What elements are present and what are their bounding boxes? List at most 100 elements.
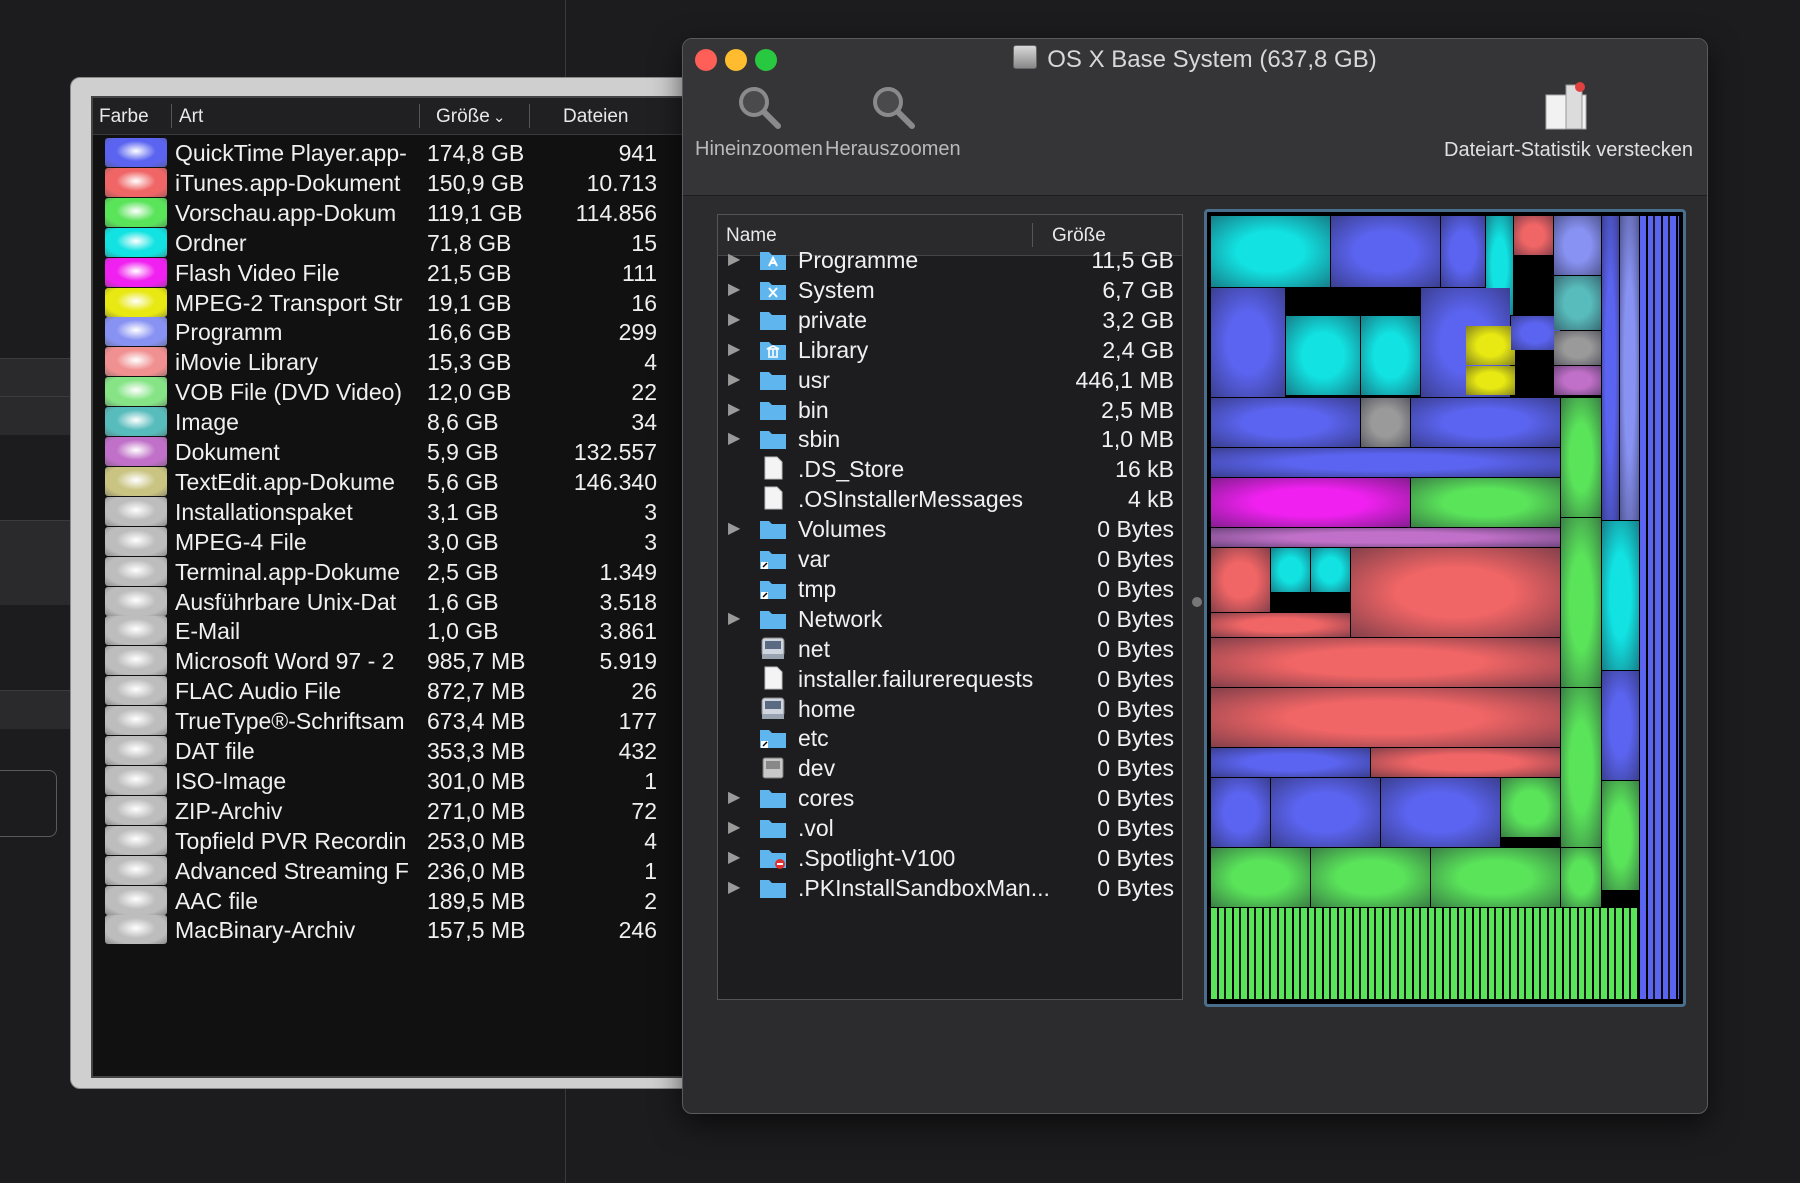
file-tree-row[interactable]: home 0 Bytes [718,692,1182,726]
disclosure-triangle-icon[interactable]: ▶ [728,249,740,269]
treemap-block[interactable] [1271,778,1380,847]
file-type-row[interactable]: ZIP-Archiv 271,0 MB 72 [93,794,683,828]
treemap-block[interactable] [1361,316,1420,395]
column-header-color[interactable]: Farbe [99,106,149,128]
treemap-block[interactable] [1561,688,1601,847]
treemap-block[interactable] [1211,908,1639,999]
treemap-block[interactable] [1211,748,1370,777]
treemap-block[interactable] [1211,848,1310,907]
file-type-row[interactable]: TrueType®-Schriftsam 673,4 MB 177 [93,704,683,738]
treemap-block[interactable] [1411,398,1560,447]
file-type-row[interactable]: iMovie Library 15,3 GB 4 [93,345,683,379]
zoom-in-button[interactable]: Hineinzoomen [695,84,823,161]
file-type-row[interactable]: Advanced Streaming F 236,0 MB 1 [93,854,683,888]
file-type-row[interactable]: Vorschau.app-Dokum 119,1 GB 114.856 [93,196,683,230]
treemap-block[interactable] [1561,518,1601,687]
column-header-files[interactable]: Dateien [563,106,629,128]
file-tree-row[interactable]: .DS_Store 16 kB [718,452,1182,486]
file-tree-row[interactable]: .OSInstallerMessages 4 kB [718,482,1182,516]
column-header-size[interactable]: Größe ⌄ [436,106,505,128]
treemap-view[interactable] [1204,209,1686,1007]
treemap-block[interactable] [1311,848,1430,907]
file-tree-row[interactable]: installer.failurerequests 0 Bytes [718,662,1182,696]
file-tree-row[interactable]: ▶ usr 446,1 MB [718,363,1182,397]
treemap-block[interactable] [1371,748,1560,777]
treemap-block[interactable] [1511,316,1560,350]
treemap-block[interactable] [1351,548,1560,637]
file-type-row[interactable]: Flash Video File 21,5 GB 111 [93,256,683,290]
file-type-row[interactable]: Programm 16,6 GB 299 [93,315,683,349]
treemap-block[interactable] [1211,288,1285,397]
file-tree-row[interactable]: ▶ .vol 0 Bytes [718,811,1182,845]
treemap-block[interactable] [1501,778,1560,837]
file-type-row[interactable]: Microsoft Word 97 - 2 985,7 MB 5.919 [93,644,683,678]
treemap-block[interactable] [1602,671,1639,780]
file-type-row[interactable]: MacBinary-Archiv 157,5 MB 246 [93,913,683,947]
treemap-block[interactable] [1466,366,1515,395]
file-type-row[interactable]: iTunes.app-Dokument 150,9 GB 10.713 [93,166,683,200]
hide-file-type-stats-button[interactable]: Dateiart-Statistik verstecken [1444,79,1693,162]
treemap-block[interactable] [1311,548,1350,592]
file-tree-row[interactable]: ▶ sbin 1,0 MB [718,422,1182,456]
file-tree-row[interactable]: ▶ Programme 11,5 GB [718,243,1182,277]
treemap-block[interactable] [1361,398,1410,447]
file-type-row[interactable]: Ordner 71,8 GB 15 [93,226,683,260]
treemap-block[interactable] [1211,398,1360,447]
file-type-row[interactable]: Topfield PVR Recordin 253,0 MB 4 [93,824,683,858]
file-tree-row[interactable]: ▶ bin 2,5 MB [718,393,1182,427]
treemap-block[interactable] [1211,548,1270,612]
file-tree-row[interactable]: ▶ .Spotlight-V100 0 Bytes [718,841,1182,875]
disclosure-triangle-icon[interactable]: ▶ [728,428,740,448]
file-type-row[interactable]: Installationspaket 3,1 GB 3 [93,495,683,529]
file-type-row[interactable]: Ausführbare Unix-Dat 1,6 GB 3.518 [93,585,683,619]
disclosure-triangle-icon[interactable]: ▶ [728,369,740,389]
file-type-row[interactable]: VOB File (DVD Video) 12,0 GB 22 [93,375,683,409]
disclosure-triangle-icon[interactable]: ▶ [728,847,740,867]
treemap-block[interactable] [1554,216,1601,275]
file-type-row[interactable]: QuickTime Player.app- 174,8 GB 941 [93,136,683,170]
disclosure-triangle-icon[interactable]: ▶ [728,309,740,329]
treemap-block[interactable] [1211,478,1410,527]
treemap-block[interactable] [1286,316,1360,395]
treemap-block[interactable] [1620,216,1639,520]
file-tree-row[interactable]: etc 0 Bytes [718,721,1182,755]
file-type-row[interactable]: MPEG-2 Transport Str 19,1 GB 16 [93,286,683,320]
disclosure-triangle-icon[interactable]: ▶ [728,787,740,807]
file-type-row[interactable]: FLAC Audio File 872,7 MB 26 [93,674,683,708]
file-type-row[interactable]: ISO-Image 301,0 MB 1 [93,764,683,798]
file-tree-row[interactable]: ▶ Volumes 0 Bytes [718,512,1182,546]
disclosure-triangle-icon[interactable]: ▶ [728,399,740,419]
treemap-block[interactable] [1271,548,1310,592]
file-type-row[interactable]: Dokument 5,9 GB 132.557 [93,435,683,469]
treemap-block[interactable] [1381,778,1500,847]
file-tree-row[interactable]: ▶ System 6,7 GB [718,273,1182,307]
treemap-block[interactable] [1211,216,1330,287]
zoom-out-button[interactable]: Herauszoomen [825,84,961,161]
disclosure-triangle-icon[interactable]: ▶ [728,877,740,897]
treemap-block[interactable] [1431,848,1560,907]
split-view-handle[interactable] [1192,597,1202,607]
treemap-block[interactable] [1211,613,1350,637]
treemap-block[interactable] [1561,398,1601,517]
file-tree-row[interactable]: net 0 Bytes [718,632,1182,666]
treemap-block[interactable] [1602,216,1619,520]
file-type-row[interactable]: TextEdit.app-Dokume 5,6 GB 146.340 [93,465,683,499]
treemap-block[interactable] [1211,638,1560,687]
treemap-block[interactable] [1466,326,1515,365]
file-tree-row[interactable]: ▶ private 3,2 GB [718,303,1182,337]
file-tree-row[interactable]: ▶ cores 0 Bytes [718,781,1182,815]
treemap-block[interactable] [1211,778,1270,847]
disclosure-triangle-icon[interactable]: ▶ [728,608,740,628]
file-tree-row[interactable]: ▶ Library 2,4 GB [718,333,1182,367]
file-tree-row[interactable]: tmp 0 Bytes [718,572,1182,606]
treemap-block[interactable] [1602,521,1639,670]
treemap-block[interactable] [1554,276,1601,330]
disclosure-triangle-icon[interactable]: ▶ [728,817,740,837]
file-type-row[interactable]: MPEG-4 File 3,0 GB 3 [93,525,683,559]
column-header-type[interactable]: Art [179,106,203,128]
file-type-row[interactable]: DAT file 353,3 MB 432 [93,734,683,768]
file-tree-row[interactable]: ▶ .PKInstallSandboxMan... 0 Bytes [718,871,1182,905]
file-type-row[interactable]: AAC file 189,5 MB 2 [93,884,683,918]
treemap-block[interactable] [1554,331,1601,365]
file-tree-row[interactable]: dev 0 Bytes [718,751,1182,785]
